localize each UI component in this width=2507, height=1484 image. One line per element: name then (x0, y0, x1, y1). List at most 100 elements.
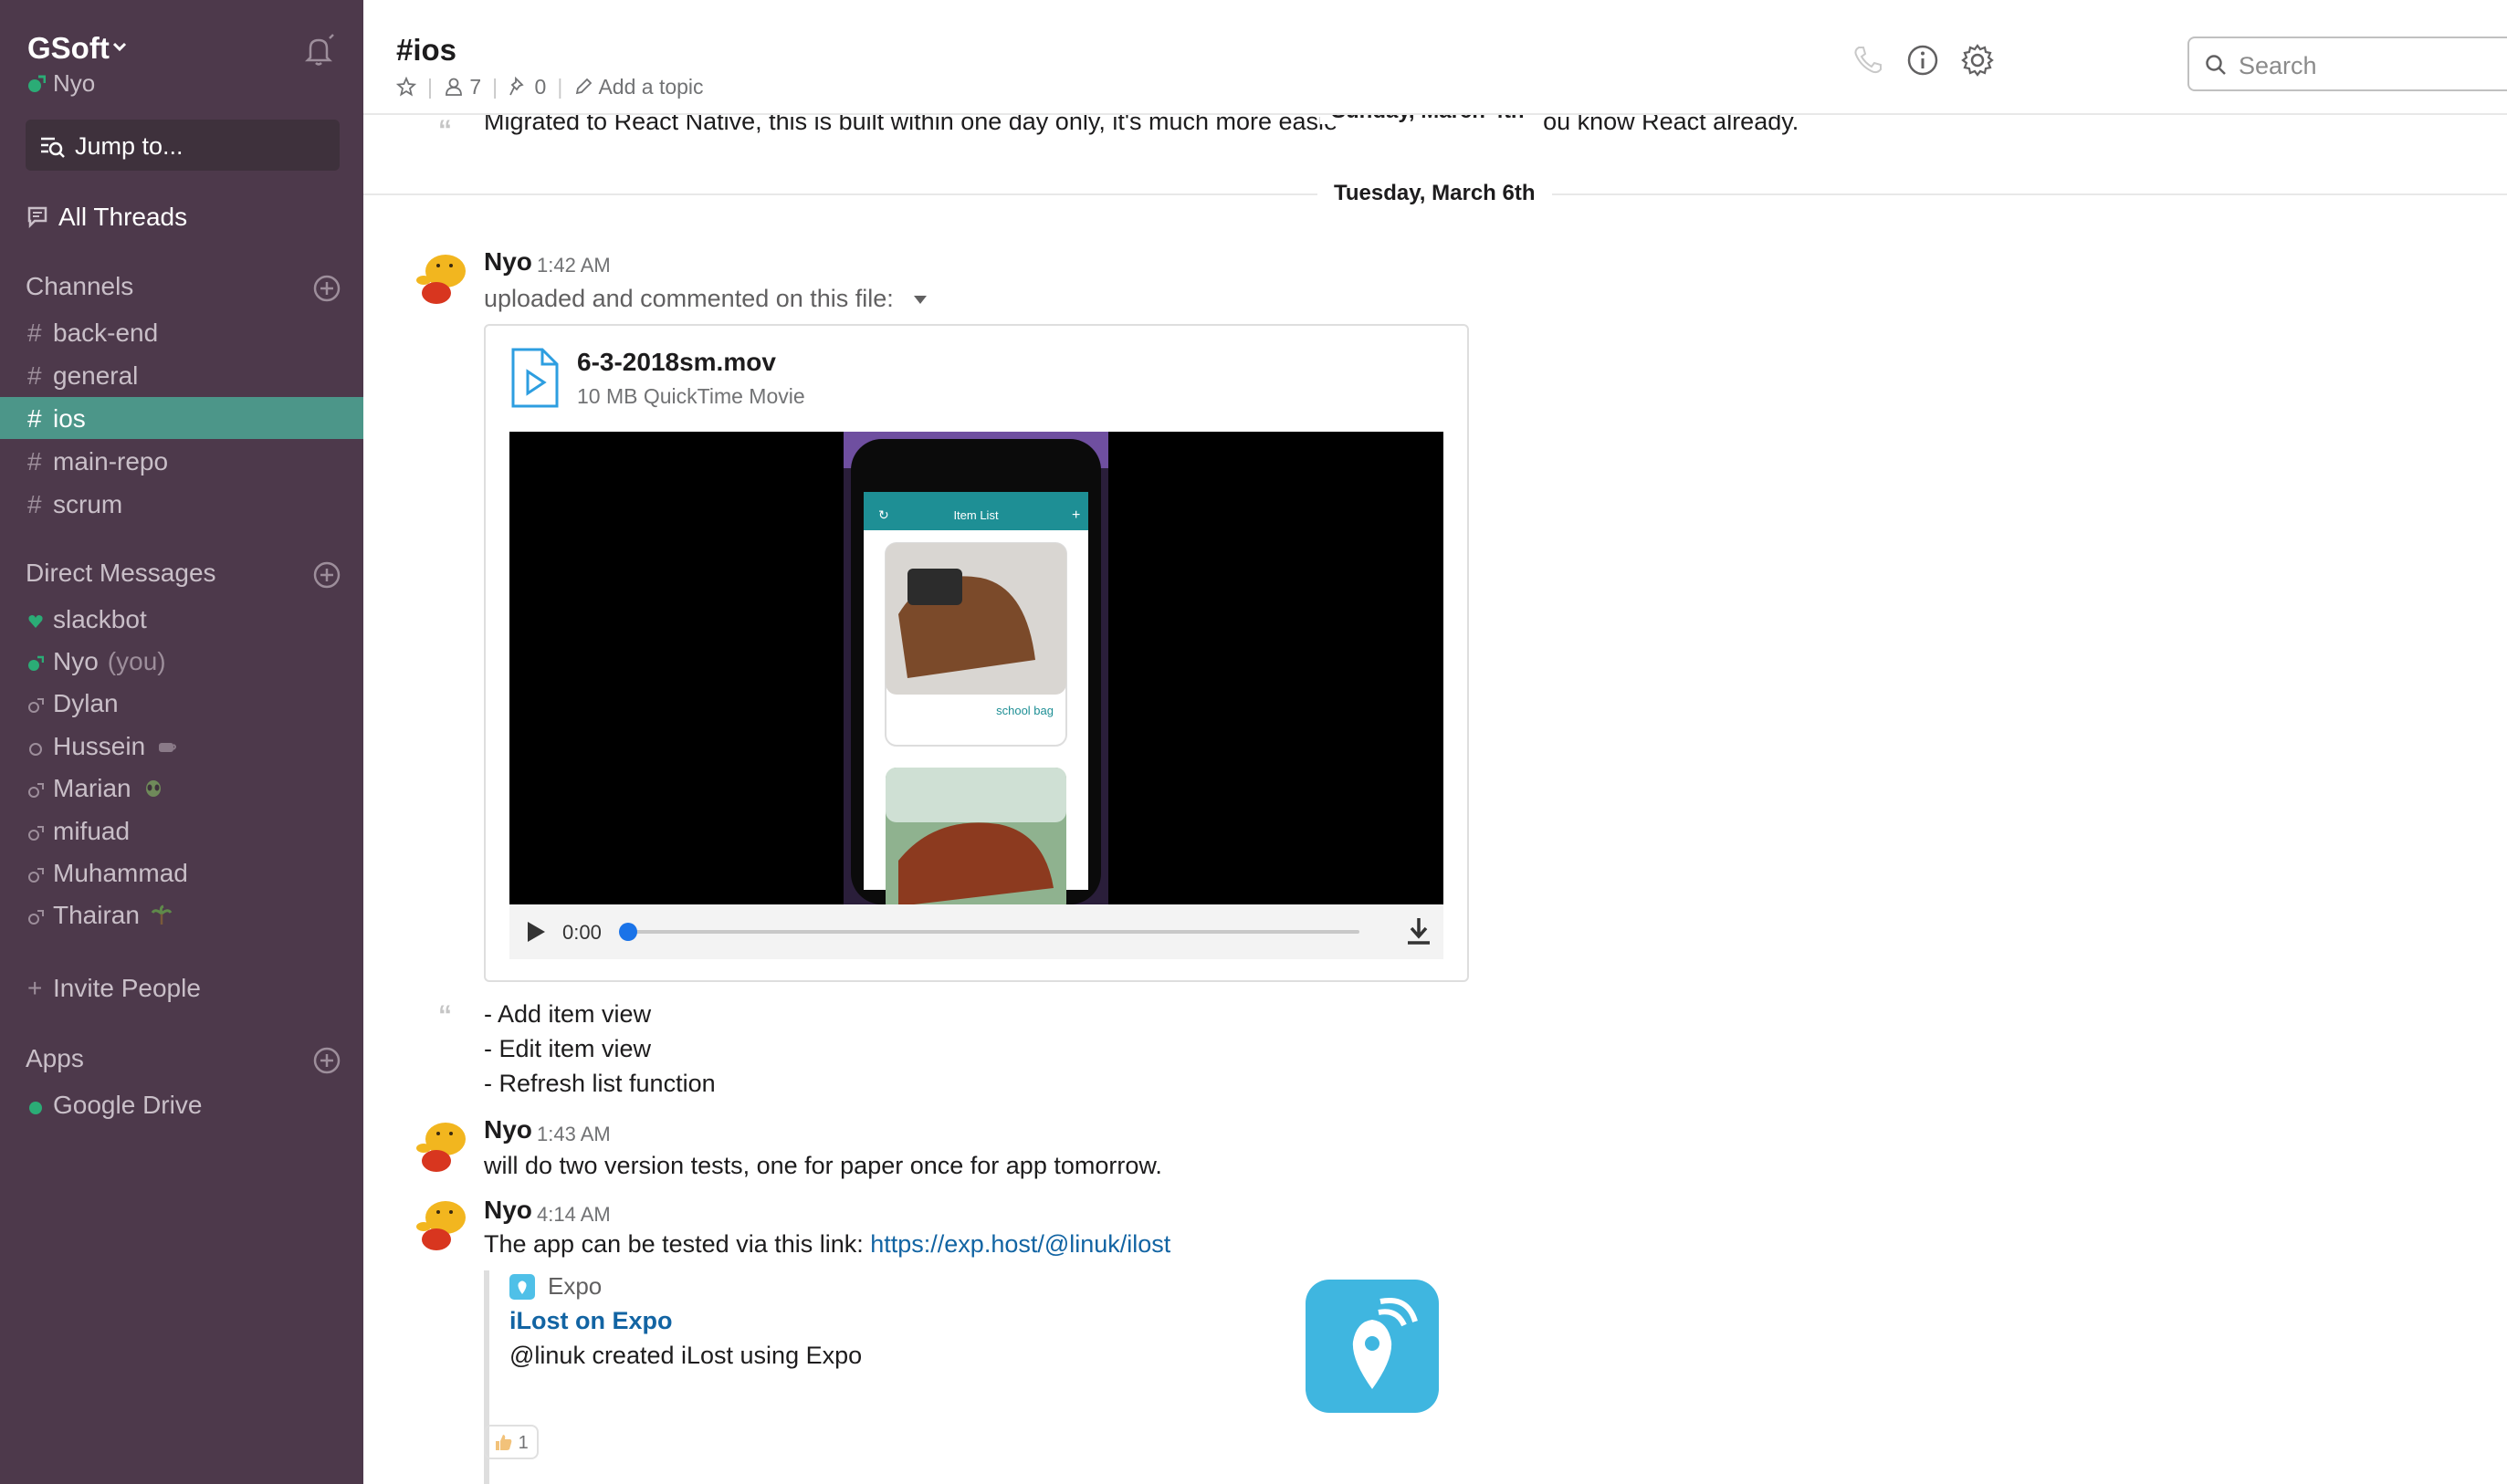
video-time: 0:00 (562, 921, 602, 944)
add-app-icon[interactable] (312, 1046, 341, 1075)
all-threads-label: All Threads (58, 203, 188, 231)
pin-count[interactable]: 0 (535, 75, 547, 99)
dm-label: Marian (53, 774, 131, 802)
threads-icon (27, 206, 47, 228)
gear-icon[interactable] (1959, 42, 1996, 83)
download-icon[interactable] (1404, 915, 1433, 948)
video-scrubber[interactable] (619, 923, 637, 941)
jump-to-button[interactable]: Jump to... (26, 120, 340, 171)
add-topic-link[interactable]: Add a topic (598, 75, 703, 99)
sidebar-app-google-drive[interactable]: Google Drive (0, 1083, 363, 1125)
sidebar-dm-hussein[interactable]: Hussein (0, 725, 363, 767)
caret-down-icon[interactable] (911, 290, 929, 308)
unfurl-service: Expo (548, 1272, 603, 1300)
add-dm-icon[interactable] (312, 560, 341, 590)
channel-label: scrum (53, 490, 123, 518)
sidebar-dm-marian[interactable]: Marian (0, 767, 363, 809)
invite-people-link[interactable]: + Invite People (0, 967, 363, 1008)
presence-away-icon (28, 910, 44, 925)
sidebar-channel-ios[interactable]: # ios (0, 397, 363, 439)
user-avatar[interactable] (409, 1192, 477, 1259)
message-timestamp[interactable]: 4:14 AM (537, 1203, 611, 1227)
play-icon[interactable] (522, 919, 548, 945)
reaction-count: 1 (518, 1433, 529, 1453)
reaction-thumbsup[interactable]: 1 (484, 1425, 539, 1459)
apps-header[interactable]: Apps (26, 1044, 84, 1073)
call-icon[interactable] (1850, 42, 1886, 83)
video-file-icon (511, 348, 559, 408)
unfurl-title[interactable]: iLost on Expo (509, 1307, 673, 1335)
add-channel-icon[interactable] (312, 274, 341, 303)
dm-label: slackbot (53, 605, 147, 633)
presence-away-icon (28, 826, 44, 841)
direct-messages-header[interactable]: Direct Messages (26, 559, 216, 588)
sidebar-dm-slackbot[interactable]: slackbot (0, 598, 363, 640)
sidebar-dm-nyo[interactable]: Nyo (you) (0, 640, 363, 682)
message-pane: “ Migrated to React Native, this is buil… (363, 115, 2507, 1484)
sidebar-channel-main-repo[interactable]: # main-repo (0, 440, 363, 482)
jump-to-icon (41, 137, 65, 158)
user-avatar[interactable] (409, 246, 477, 313)
member-count[interactable]: 7 (469, 75, 481, 99)
sidebar-dm-mifuad[interactable]: mifuad (0, 810, 363, 852)
file-card[interactable]: 6-3-2018sm.mov 10 MB QuickTime Movie Ite… (484, 324, 1469, 982)
chevron-down-icon[interactable] (110, 37, 130, 57)
message-link[interactable]: https://exp.host/@linuk/ilost (870, 1230, 1170, 1258)
sidebar-channel-scrum[interactable]: # scrum (0, 483, 363, 525)
channel-title[interactable]: #ios (396, 33, 456, 68)
all-threads-link[interactable]: All Threads (26, 203, 187, 232)
sidebar-dm-muhammad[interactable]: Muhammad (0, 852, 363, 894)
dm-label: Muhammad (53, 859, 188, 887)
video-frame: Item List ↻ + school bag (844, 432, 1108, 904)
file-name[interactable]: 6-3-2018sm.mov (577, 348, 776, 377)
hash-icon: # (27, 319, 42, 347)
message-author[interactable]: Nyo (484, 1196, 532, 1225)
hash-icon: # (27, 490, 42, 518)
members-icon[interactable] (444, 77, 464, 97)
channels-header[interactable]: Channels (26, 272, 133, 301)
ilost-app-thumbnail[interactable] (1306, 1280, 1439, 1413)
sidebar-channel-back-end[interactable]: # back-end (0, 311, 363, 353)
sidebar-dm-thairan[interactable]: Thairan (0, 894, 363, 935)
message-author[interactable]: Nyo (484, 1115, 532, 1144)
file-meta: 10 MB QuickTime Movie (577, 384, 805, 408)
channel-header: #ios | 7 | 0 | Add a topic Search (363, 0, 2507, 115)
pencil-icon (576, 78, 593, 95)
message-timestamp[interactable]: 1:43 AM (537, 1123, 611, 1146)
phone-card-label: school bag (996, 704, 1054, 717)
pin-icon[interactable] (509, 76, 529, 97)
message-author[interactable]: Nyo (484, 247, 532, 277)
alien-icon (145, 780, 161, 797)
dm-label: mifuad (53, 817, 131, 845)
quote-icon: “ (438, 115, 452, 145)
presence-away-icon (28, 868, 44, 883)
dm-you-suffix: (you) (107, 647, 166, 675)
user-avatar[interactable] (409, 1113, 477, 1181)
coffee-icon (159, 743, 177, 752)
dm-label: Hussein (53, 732, 146, 760)
video-progress-track[interactable] (626, 930, 1359, 934)
info-icon[interactable] (1904, 42, 1941, 83)
channel-label: ios (53, 404, 86, 433)
invite-label: Invite People (53, 974, 201, 1002)
search-input[interactable]: Search (2187, 37, 2507, 91)
workspace-name[interactable]: GSoft (27, 31, 110, 66)
sidebar-channel-general[interactable]: # general (0, 354, 363, 396)
search-icon (2206, 55, 2226, 75)
message-timestamp[interactable]: 1:42 AM (537, 254, 611, 277)
heart-icon (28, 615, 43, 628)
channel-label: general (53, 361, 139, 390)
svg-text:↻: ↻ (878, 507, 889, 522)
presence-online-icon (28, 655, 45, 671)
jump-to-label: Jump to... (75, 132, 184, 160)
presence-icon (28, 75, 46, 92)
video-player[interactable]: Item List ↻ + school bag (509, 432, 1443, 904)
message-text: will do two version tests, one for paper… (484, 1152, 1162, 1179)
star-icon[interactable] (395, 76, 417, 97)
sidebar-dm-dylan[interactable]: Dylan (0, 682, 363, 724)
hash-icon: # (27, 361, 42, 390)
notifications-bell-icon[interactable] (301, 33, 336, 68)
expo-icon (509, 1274, 535, 1300)
current-user: Nyo (27, 69, 95, 98)
dm-label: Nyo (53, 647, 99, 675)
